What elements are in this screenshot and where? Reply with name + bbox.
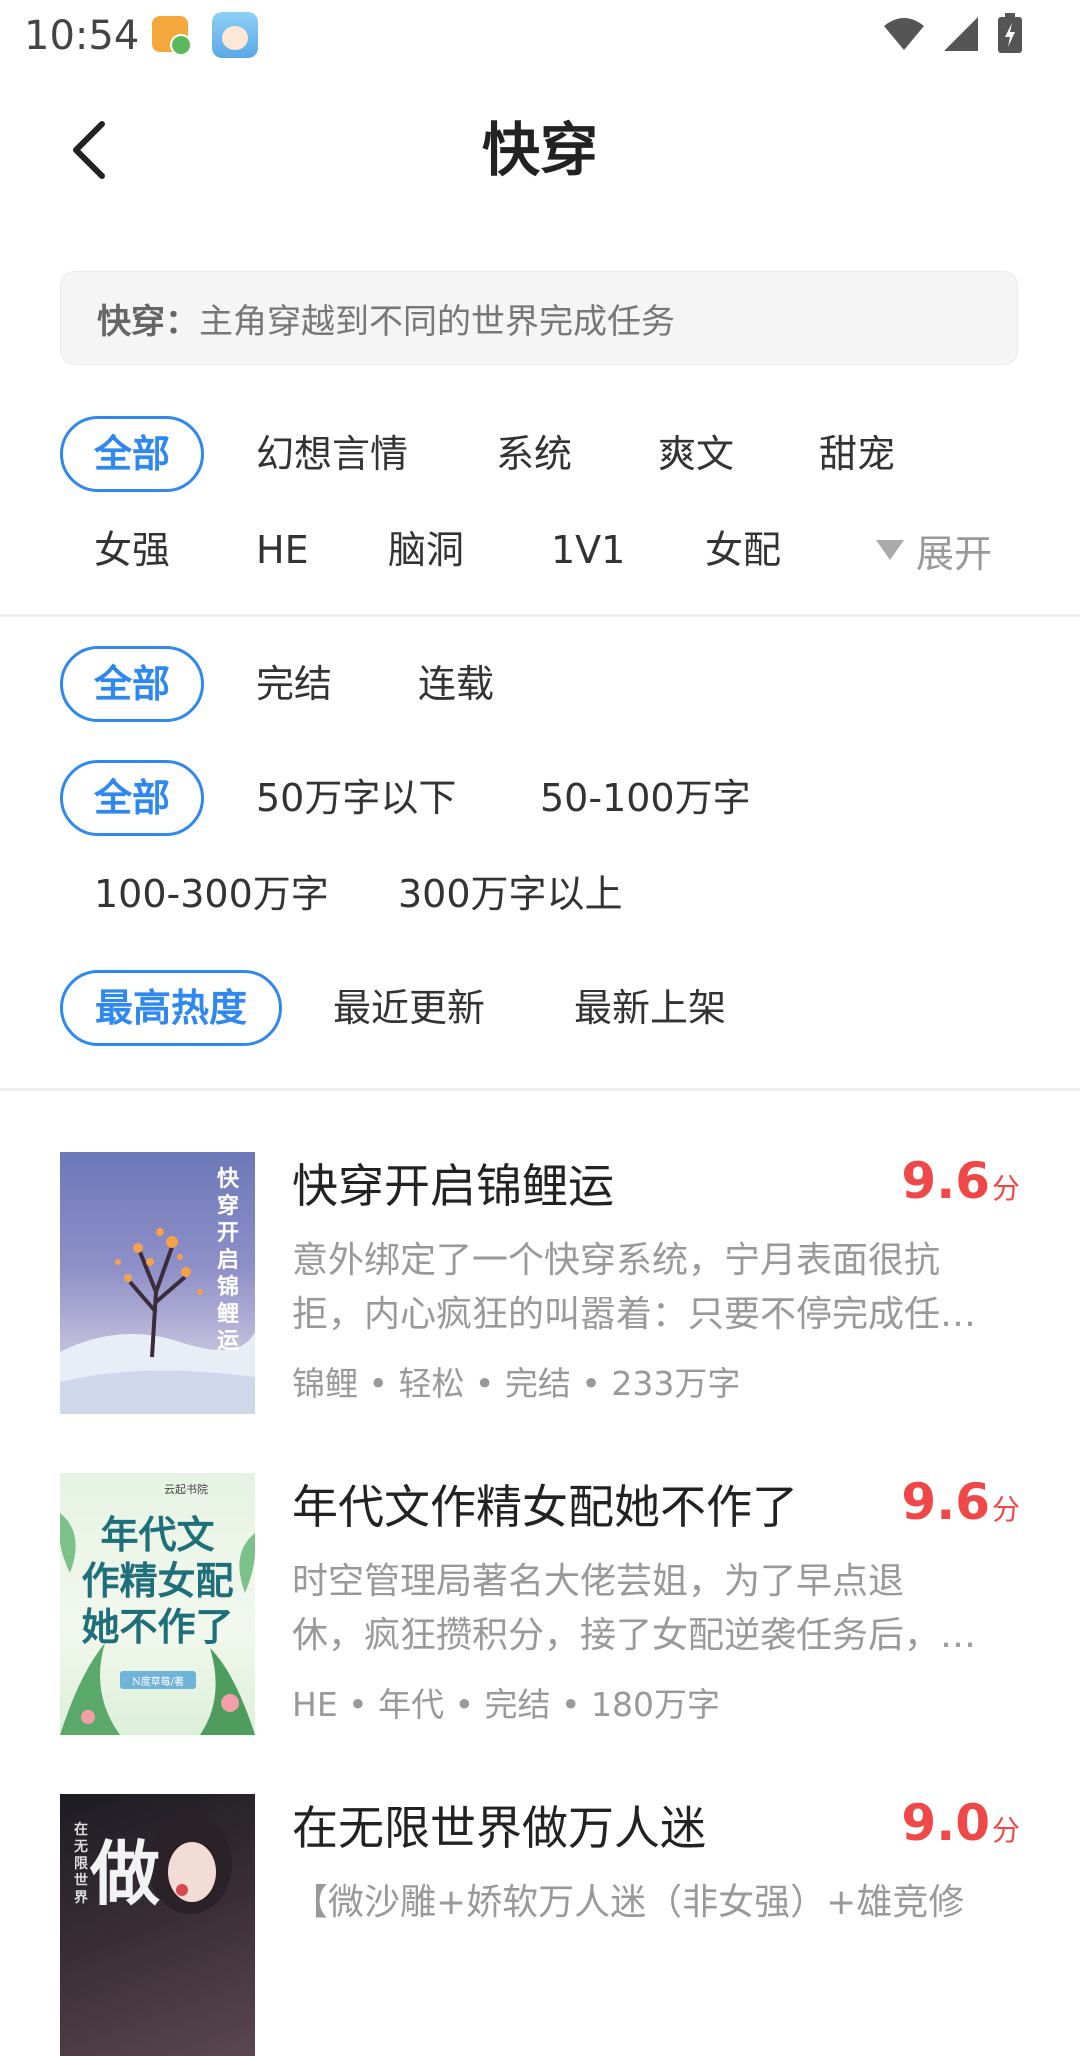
- expand-label: 展开: [916, 531, 993, 576]
- tag-filter-option[interactable]: 甜宠: [819, 416, 895, 492]
- notification-app-icon: [152, 16, 192, 56]
- tag-filter-option[interactable]: 系统: [496, 416, 572, 492]
- tag-filter-all[interactable]: 全部: [60, 416, 204, 492]
- cover-title-line: 作精女配: [81, 1558, 234, 1603]
- score-unit: 分: [991, 1172, 1020, 1205]
- book-list-item[interactable]: 快穿开启锦鲤运 快穿开启锦鲤运 9.6分 意外绑定了一个快穿系统，宁月表面很抗 …: [60, 1152, 1020, 1414]
- book-cover: 云起书院 年代文 作精女配 她不作了 N度草莓/著: [60, 1473, 255, 1735]
- score-value: 9.6: [901, 1152, 990, 1210]
- tag-filter-option[interactable]: 女配: [705, 512, 781, 588]
- synopsis-line: 【微沙雕+娇软万人迷（非女强）+雄竞修: [292, 1882, 965, 1923]
- expand-tags-button[interactable]: 展开: [876, 518, 992, 582]
- system-status-icons: [882, 13, 1024, 54]
- book-synopsis: 意外绑定了一个快穿系统，宁月表面很抗 拒，内心疯狂的叫嚣着：只要不停完成任…: [292, 1234, 1020, 1342]
- genre-description: 快穿： 主角穿越到不同的世界完成任务: [60, 271, 1018, 365]
- book-score: 9.0分: [901, 1794, 1020, 1852]
- status-filter-option[interactable]: 完结: [256, 646, 332, 722]
- description-text: 主角穿越到不同的世界完成任务: [199, 301, 675, 342]
- status-time: 10:54: [24, 13, 140, 59]
- synopsis-line: 休，疯狂攒积分，接了女配逆袭任务后，…: [292, 1615, 977, 1656]
- word-filter-option[interactable]: 300万字以上: [398, 856, 623, 932]
- status-filter-all[interactable]: 全部: [60, 646, 204, 722]
- cover-title-text: 快穿开启锦鲤运: [217, 1166, 240, 1354]
- book-synopsis: 时空管理局著名大佬芸姐，为了早点退 休，疯狂攒积分，接了女配逆袭任务后，…: [292, 1555, 1020, 1663]
- book-list-item[interactable]: 云起书院 年代文 作精女配 她不作了 N度草莓/著 年代文作精女配她不作了 9.…: [60, 1473, 1020, 1735]
- sort-filter-option[interactable]: 最近更新: [333, 970, 485, 1046]
- tag-filter-option[interactable]: 脑洞: [388, 512, 464, 588]
- word-filter-option[interactable]: 50万字以下: [256, 760, 456, 836]
- cover-author: N度草莓/著: [131, 1677, 185, 1688]
- book-title: 年代文作精女配她不作了: [292, 1480, 798, 1534]
- book-list-item[interactable]: 在无限世界 做 在无限世界做万人迷 9.0分 【微沙雕+娇软万人迷（非女强）+雄…: [60, 1794, 1020, 2056]
- synopsis-line: 拒，内心疯狂的叫嚣着：只要不停完成任…: [292, 1294, 977, 1335]
- sort-filter-option[interactable]: 最新上架: [574, 970, 726, 1046]
- score-unit: 分: [991, 1493, 1020, 1526]
- book-score: 9.6分: [901, 1152, 1020, 1210]
- signal-icon: [944, 17, 978, 51]
- notification-avatar-icon: [212, 12, 258, 58]
- status-filter-option[interactable]: 连载: [418, 646, 494, 722]
- score-value: 9.0: [901, 1794, 990, 1852]
- tag-filter-option[interactable]: HE: [256, 512, 309, 588]
- word-filter-all[interactable]: 全部: [60, 760, 204, 836]
- tag-filter-option[interactable]: 1V1: [551, 512, 625, 588]
- book-meta: HE • 年代 • 完结 • 180万字: [292, 1685, 720, 1724]
- page-title: 快穿: [481, 116, 598, 184]
- book-synopsis: 【微沙雕+娇软万人迷（非女强）+雄竞修: [292, 1876, 1020, 1984]
- book-score: 9.6分: [901, 1473, 1020, 1531]
- battery-icon: [998, 13, 1022, 53]
- divider: [0, 1088, 1080, 1091]
- synopsis-line: 意外绑定了一个快穿系统，宁月表面很抗: [292, 1240, 941, 1281]
- check-badge-icon: [170, 34, 192, 56]
- book-cover: 在无限世界 做: [60, 1794, 255, 2056]
- tag-filter-option[interactable]: 女强: [94, 512, 170, 588]
- book-title: 在无限世界做万人迷: [292, 1801, 706, 1855]
- tag-filter-option[interactable]: 爽文: [658, 416, 734, 492]
- wifi-icon: [884, 18, 924, 50]
- book-cover: 快穿开启锦鲤运: [60, 1152, 255, 1414]
- cover-publisher: 云起书院: [164, 1483, 208, 1496]
- sort-filter-hottest[interactable]: 最高热度: [60, 970, 282, 1046]
- triangle-down-icon: [876, 540, 904, 560]
- cover-big-title: 做: [90, 1832, 160, 1915]
- synopsis-line: 时空管理局著名大佬芸姐，为了早点退: [292, 1561, 905, 1602]
- word-filter-option[interactable]: 100-300万字: [94, 856, 329, 932]
- book-title: 快穿开启锦鲤运: [292, 1159, 614, 1213]
- score-unit: 分: [991, 1814, 1020, 1847]
- cover-title-line: 她不作了: [81, 1604, 234, 1649]
- description-label: 快穿：: [97, 301, 199, 342]
- book-meta: 锦鲤 • 轻松 • 完结 • 233万字: [292, 1364, 741, 1403]
- score-value: 9.6: [901, 1473, 990, 1531]
- word-filter-option[interactable]: 50-100万字: [540, 760, 751, 836]
- tag-filter-option[interactable]: 幻想言情: [256, 416, 408, 492]
- cover-title-line: 年代文: [100, 1512, 215, 1557]
- divider: [0, 614, 1080, 617]
